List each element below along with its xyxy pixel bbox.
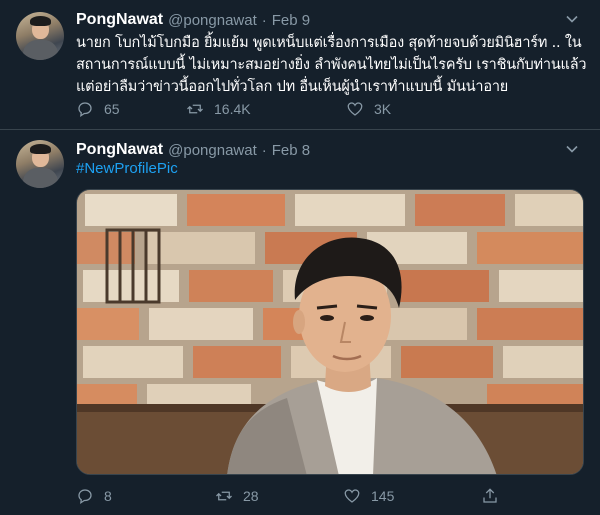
retweet-count: 16.4K	[214, 101, 251, 117]
tweet-text: นายก โบกไม้โบกมือ ยิ้มแย้ม พูดเหน็บแต่เร…	[76, 32, 588, 98]
tweet-text-line: สถานการณ์แบบนี้ ไม่เหมาะสมอย่างยิ่ง ลำพั…	[76, 57, 587, 73]
chevron-down-icon[interactable]	[562, 142, 582, 158]
timeline: PongNawat @pongnawat · Feb 9 นายก โบกไม้…	[0, 0, 600, 515]
heart-icon	[347, 102, 363, 116]
like-button[interactable]: 3K	[346, 99, 391, 119]
tweet-actions: 65 16.4K 3K	[76, 99, 506, 119]
user-handle[interactable]: @pongnawat	[168, 142, 257, 159]
avatar[interactable]	[16, 140, 64, 188]
reply-count: 8	[104, 488, 112, 504]
reply-button[interactable]: 65	[76, 99, 120, 119]
avatar-body	[23, 40, 58, 60]
like-count: 3K	[374, 101, 392, 117]
reply-button[interactable]: 8	[76, 486, 112, 506]
reply-count: 65	[104, 101, 120, 117]
tweet-header: PongNawat @pongnawat · Feb 9	[76, 10, 310, 30]
retweet-button[interactable]: 16.4K	[186, 99, 251, 119]
avatar-hair	[30, 144, 51, 154]
separator: ·	[261, 141, 267, 159]
reply-icon	[78, 489, 92, 505]
share-button[interactable]	[481, 486, 509, 506]
share-icon	[483, 488, 497, 503]
avatar[interactable]	[16, 12, 64, 60]
tweet-text-line: แต่อย่าลืมว่าข่าวนี้ออกไปทั่วโลก ปท อื่น…	[76, 79, 509, 95]
tweet-date[interactable]: Feb 8	[272, 142, 310, 159]
retweet-count: 28	[243, 488, 259, 504]
tweet-header: PongNawat @pongnawat · Feb 8	[76, 140, 310, 160]
retweet-icon	[216, 491, 232, 501]
retweet-icon	[187, 104, 203, 114]
like-button[interactable]: 145	[343, 486, 394, 506]
chevron-down-icon[interactable]	[562, 12, 582, 28]
heart-icon	[344, 489, 360, 503]
tweet-photo[interactable]	[76, 189, 584, 475]
tweet-date[interactable]: Feb 9	[272, 12, 310, 29]
tweet[interactable]: PongNawat @pongnawat · Feb 8 #NewProfile…	[0, 130, 600, 515]
display-name[interactable]: PongNawat	[76, 141, 163, 159]
avatar-hair	[30, 16, 51, 26]
avatar-body	[23, 168, 58, 188]
like-count: 145	[371, 488, 395, 504]
tweet-actions: 8 28 145	[76, 486, 506, 506]
tweet[interactable]: PongNawat @pongnawat · Feb 9 นายก โบกไม้…	[0, 0, 600, 130]
display-name[interactable]: PongNawat	[76, 11, 163, 29]
reply-icon	[78, 102, 92, 118]
separator: ·	[261, 11, 267, 29]
hashtag-link[interactable]: #NewProfilePic	[76, 160, 178, 177]
user-handle[interactable]: @pongnawat	[168, 12, 257, 29]
retweet-button[interactable]: 28	[215, 486, 259, 506]
tweet-text-line: นายก โบกไม้โบกมือ ยิ้มแย้ม พูดเหน็บแต่เร…	[76, 35, 582, 51]
